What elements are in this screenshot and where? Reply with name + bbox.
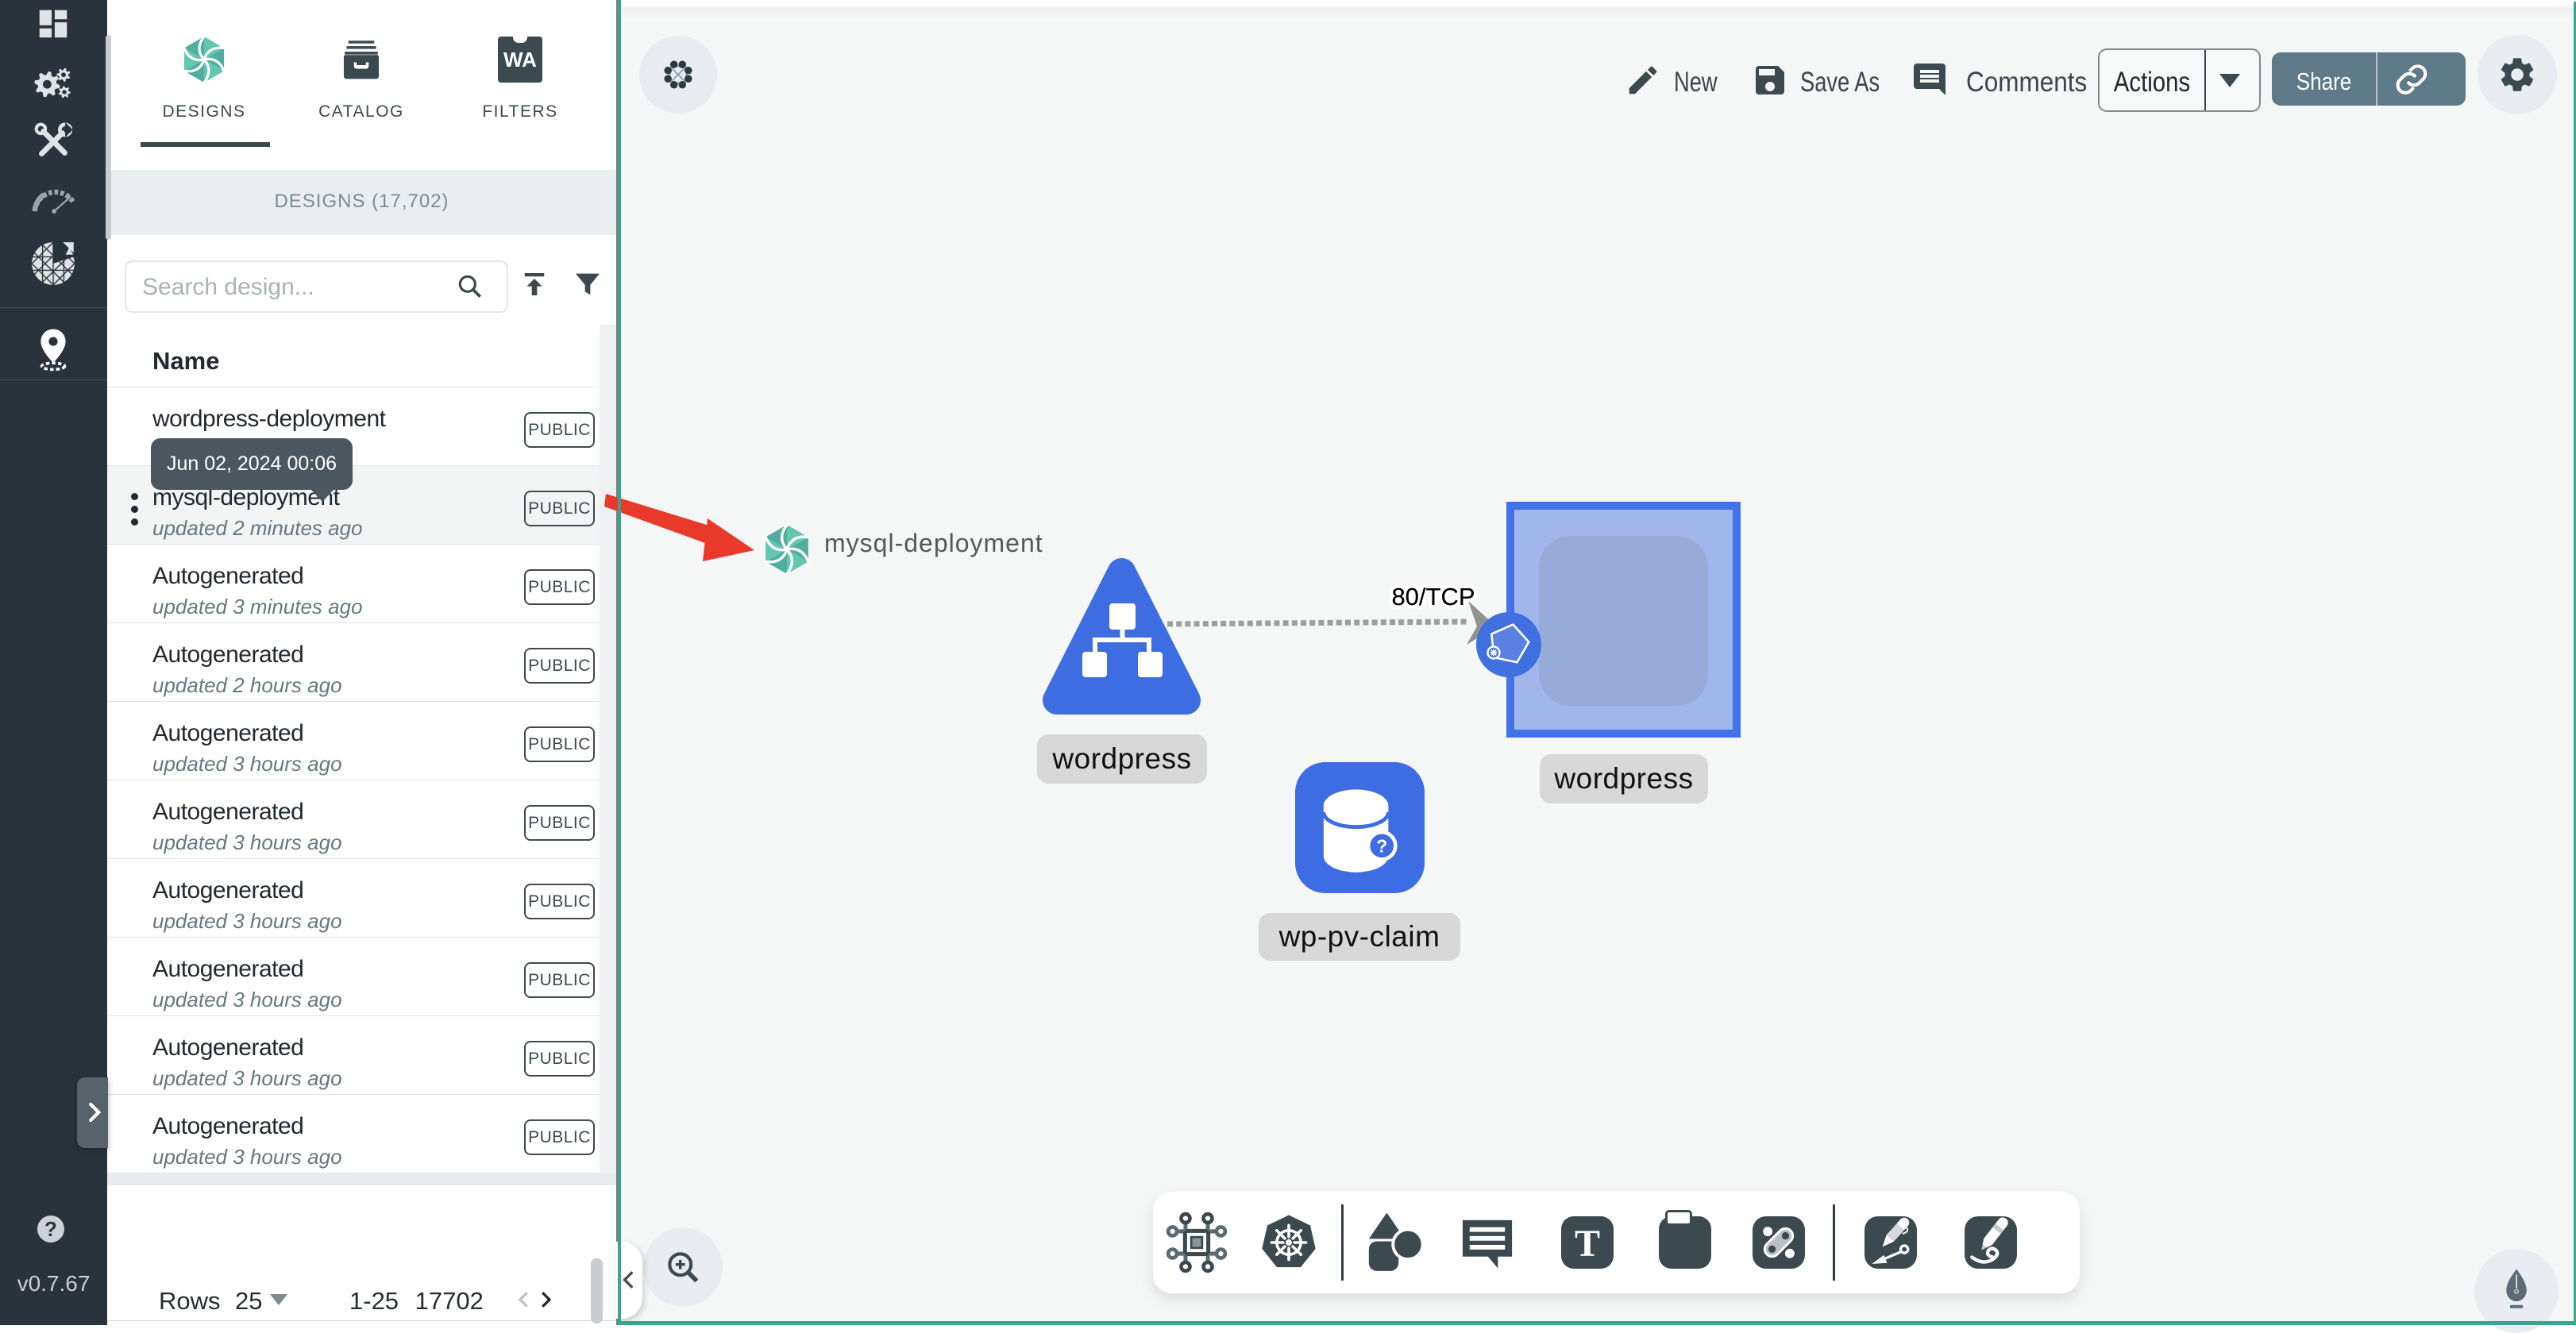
svg-text:?: ? — [1376, 835, 1387, 856]
svg-text:80/TCP: 80/TCP — [1391, 583, 1475, 611]
